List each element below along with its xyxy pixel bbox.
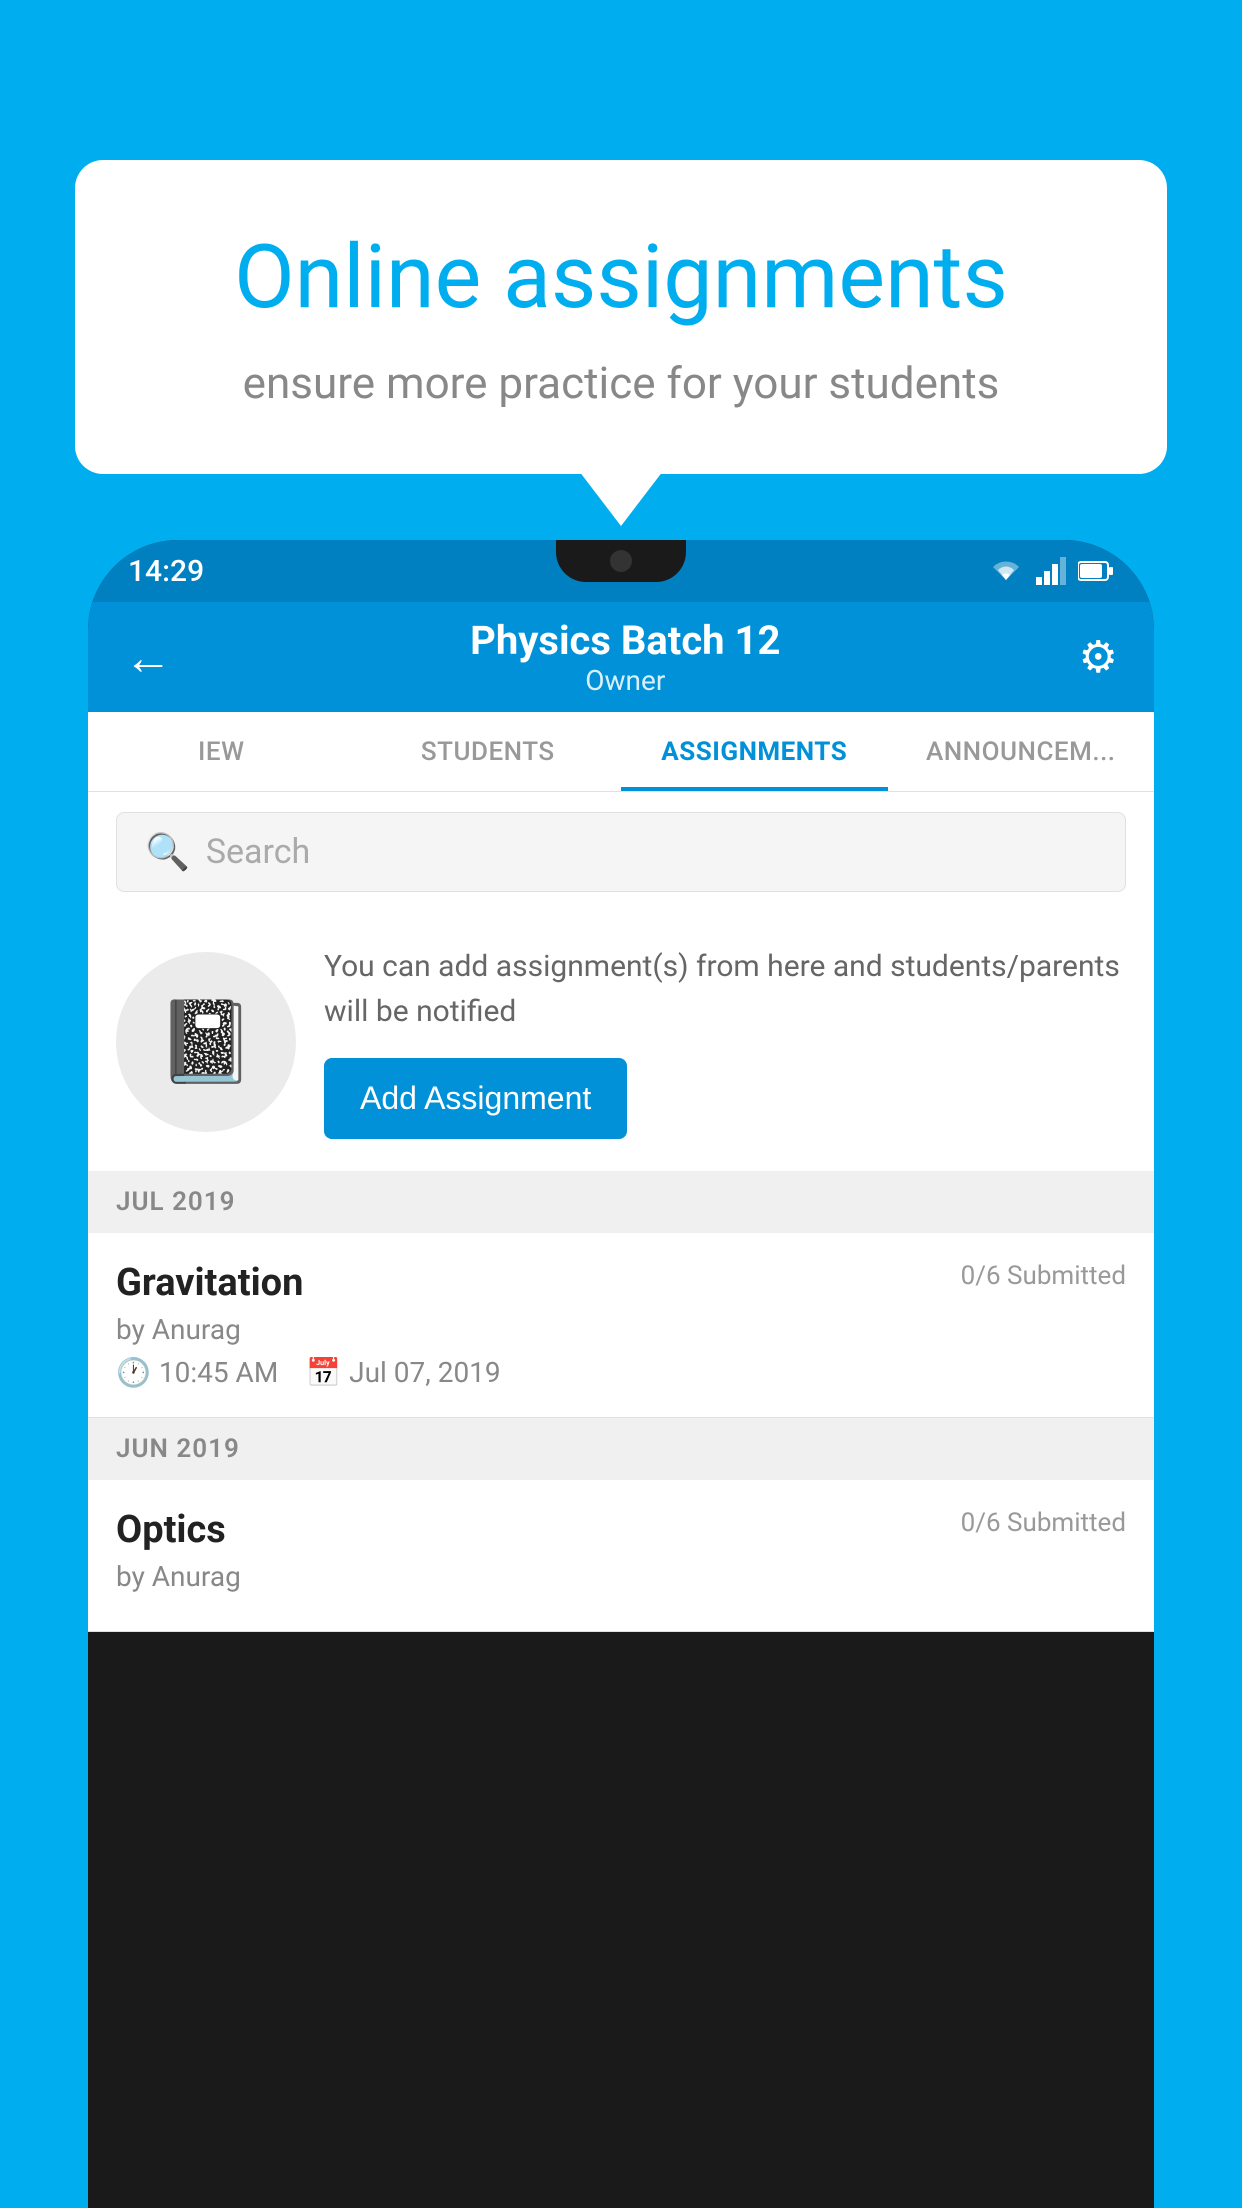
empty-icon-circle: 📓 — [116, 952, 296, 1132]
notch-camera — [610, 550, 632, 572]
search-bar[interactable]: 🔍 Search — [116, 812, 1126, 892]
meta-date: 📅 Jul 07, 2019 — [306, 1356, 500, 1389]
section-header-jul: JUL 2019 — [88, 1171, 1154, 1233]
notch — [556, 540, 686, 582]
add-assignment-button[interactable]: Add Assignment — [324, 1058, 627, 1139]
assignment-date: Jul 07, 2019 — [349, 1356, 501, 1389]
page-subtitle: Owner — [470, 664, 780, 697]
empty-description: You can add assignment(s) from here and … — [324, 944, 1126, 1034]
status-icons — [988, 557, 1114, 585]
search-icon: 🔍 — [145, 831, 190, 873]
meta-time: 🕐 10:45 AM — [116, 1356, 278, 1389]
assignment-by-optics: by Anurag — [116, 1560, 1126, 1593]
status-bar: 14:29 — [88, 540, 1154, 602]
page-title: Physics Batch 12 — [470, 617, 780, 664]
tab-announcements[interactable]: ANNOUNCEM... — [888, 712, 1155, 791]
phone-frame: 14:29 — [88, 540, 1154, 2208]
tab-bar: IEW STUDENTS ASSIGNMENTS ANNOUNCEM... — [88, 712, 1154, 792]
tab-assignments[interactable]: ASSIGNMENTS — [621, 712, 888, 791]
back-button[interactable]: ← — [124, 629, 172, 686]
clock-icon: 🕐 — [116, 1356, 151, 1389]
battery-icon — [1078, 560, 1114, 582]
settings-button[interactable]: ⚙ — [1079, 631, 1118, 683]
signal-icon — [1036, 557, 1066, 585]
assignment-top: Gravitation 0/6 Submitted — [116, 1261, 1126, 1305]
assignment-submitted-optics: 0/6 Submitted — [961, 1508, 1126, 1538]
header-title-group: Physics Batch 12 Owner — [470, 617, 780, 697]
wifi-icon — [988, 558, 1024, 584]
search-placeholder: Search — [206, 832, 310, 872]
assignment-item-optics[interactable]: Optics 0/6 Submitted by Anurag — [88, 1480, 1154, 1632]
assignment-item-gravitation[interactable]: Gravitation 0/6 Submitted by Anurag 🕐 10… — [88, 1233, 1154, 1418]
tab-iew[interactable]: IEW — [88, 712, 355, 791]
notebook-icon: 📓 — [156, 995, 256, 1089]
speech-bubble: Online assignments ensure more practice … — [75, 160, 1167, 474]
assignment-by: by Anurag — [116, 1313, 1126, 1346]
speech-bubble-subtitle: ensure more practice for your students — [155, 357, 1087, 409]
speech-bubble-title: Online assignments — [155, 230, 1087, 327]
assignment-top-optics: Optics 0/6 Submitted — [116, 1508, 1126, 1552]
assignment-name: Gravitation — [116, 1261, 303, 1305]
assignment-submitted: 0/6 Submitted — [961, 1261, 1126, 1291]
tab-students[interactable]: STUDENTS — [355, 712, 622, 791]
assignment-time: 10:45 AM — [159, 1356, 278, 1389]
app-header: ← Physics Batch 12 Owner ⚙ — [88, 602, 1154, 712]
search-container: 🔍 Search — [88, 792, 1154, 912]
app-content: 🔍 Search 📓 You can add assignment(s) fro… — [88, 792, 1154, 1632]
assignment-name-optics: Optics — [116, 1508, 226, 1552]
section-header-jun: JUN 2019 — [88, 1418, 1154, 1480]
empty-text-area: You can add assignment(s) from here and … — [324, 944, 1126, 1139]
empty-state: 📓 You can add assignment(s) from here an… — [88, 912, 1154, 1171]
calendar-icon: 📅 — [306, 1356, 341, 1389]
status-time: 14:29 — [128, 554, 204, 589]
speech-bubble-container: Online assignments ensure more practice … — [75, 160, 1167, 474]
assignment-meta: 🕐 10:45 AM 📅 Jul 07, 2019 — [116, 1356, 1126, 1389]
